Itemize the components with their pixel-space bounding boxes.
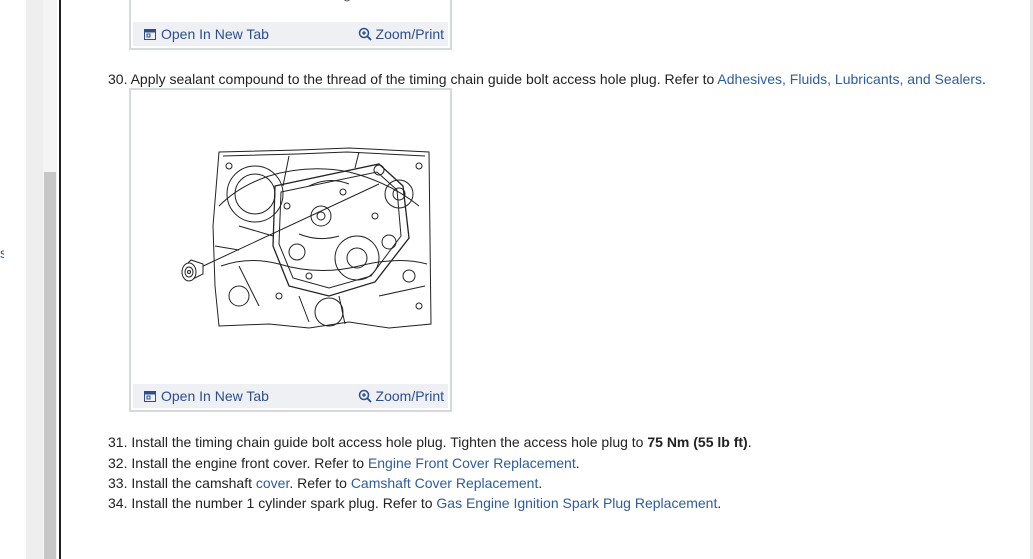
- zoom-in-icon: [358, 389, 372, 403]
- procedure-step-31: 31. Install the timing chain guide bolt …: [108, 433, 752, 451]
- figure-previous: Open In New Tab Zoom/Print: [129, 0, 452, 50]
- figure-access-hole-plug: Open In New Tab Zoom/Print: [129, 88, 452, 412]
- figure-toolbar: Open In New Tab Zoom/Print: [133, 22, 448, 46]
- open-new-tab-label: Open In New Tab: [161, 388, 269, 404]
- spark-plug-replacement-link[interactable]: Gas Engine Ignition Spark Plug Replaceme…: [436, 495, 717, 511]
- step-text-end: .: [575, 455, 580, 471]
- step-text: Install the camshaft: [131, 475, 256, 491]
- torque-spec: 75 Nm (55 lb ft): [647, 434, 748, 450]
- zoom-print-button[interactable]: Zoom/Print: [358, 388, 444, 404]
- open-new-tab-button[interactable]: Open In New Tab: [143, 26, 269, 42]
- procedure-step-30: 30. Apply sealant compound to the thread…: [108, 70, 986, 88]
- step-text-end: .: [717, 495, 722, 511]
- adhesives-fluids-link[interactable]: Adhesives, Fluids, Lubricants, and Seale…: [717, 71, 982, 87]
- open-new-tab-button[interactable]: Open In New Tab: [143, 388, 269, 404]
- procedure-step-34: 34. Install the number 1 cylinder spark …: [108, 494, 721, 512]
- step-number: 31.: [108, 434, 128, 450]
- step-number: 34.: [108, 495, 128, 511]
- new-tab-icon: [143, 27, 157, 41]
- step-number: 33.: [108, 475, 128, 491]
- zoom-print-label: Zoom/Print: [375, 26, 444, 42]
- step-number: 30.: [108, 71, 128, 87]
- step-text: Install the timing chain guide bolt acce…: [131, 434, 648, 450]
- step-text: Install the number 1 cylinder spark plug…: [131, 495, 437, 511]
- step-text: Apply sealant compound to the thread of …: [130, 71, 718, 87]
- figure-toolbar: Open In New Tab Zoom/Print: [133, 384, 448, 408]
- zoom-in-icon: [358, 27, 372, 41]
- left-panel-partial-glyph: s: [0, 246, 4, 260]
- cover-link[interactable]: cover: [256, 475, 289, 491]
- step-text-end: .: [538, 475, 543, 491]
- zoom-print-label: Zoom/Print: [375, 388, 444, 404]
- left-panel-edge: [0, 0, 26, 559]
- illustration-fragment: [344, 0, 350, 2]
- procedure-step-32: 32. Install the engine front cover. Refe…: [108, 454, 580, 472]
- open-new-tab-label: Open In New Tab: [161, 26, 269, 42]
- step-text: Install the engine front cover. Refer to: [131, 455, 368, 471]
- step-text-end: .: [747, 434, 752, 450]
- zoom-print-button[interactable]: Zoom/Print: [358, 26, 444, 42]
- step-text-end: .: [982, 71, 986, 87]
- engine-front-cover-link[interactable]: Engine Front Cover Replacement: [368, 455, 576, 471]
- procedure-step-33: 33. Install the camshaft cover. Refer to…: [108, 474, 542, 492]
- new-tab-icon: [143, 389, 157, 403]
- scrollbar-thumb[interactable]: [44, 172, 56, 559]
- left-gutter: [26, 0, 43, 559]
- content-divider: [59, 0, 61, 559]
- engine-front-illustration[interactable]: [179, 146, 437, 330]
- step-number: 32.: [108, 455, 128, 471]
- step-text-mid: . Refer to: [289, 475, 351, 491]
- camshaft-cover-link[interactable]: Camshaft Cover Replacement: [351, 475, 539, 491]
